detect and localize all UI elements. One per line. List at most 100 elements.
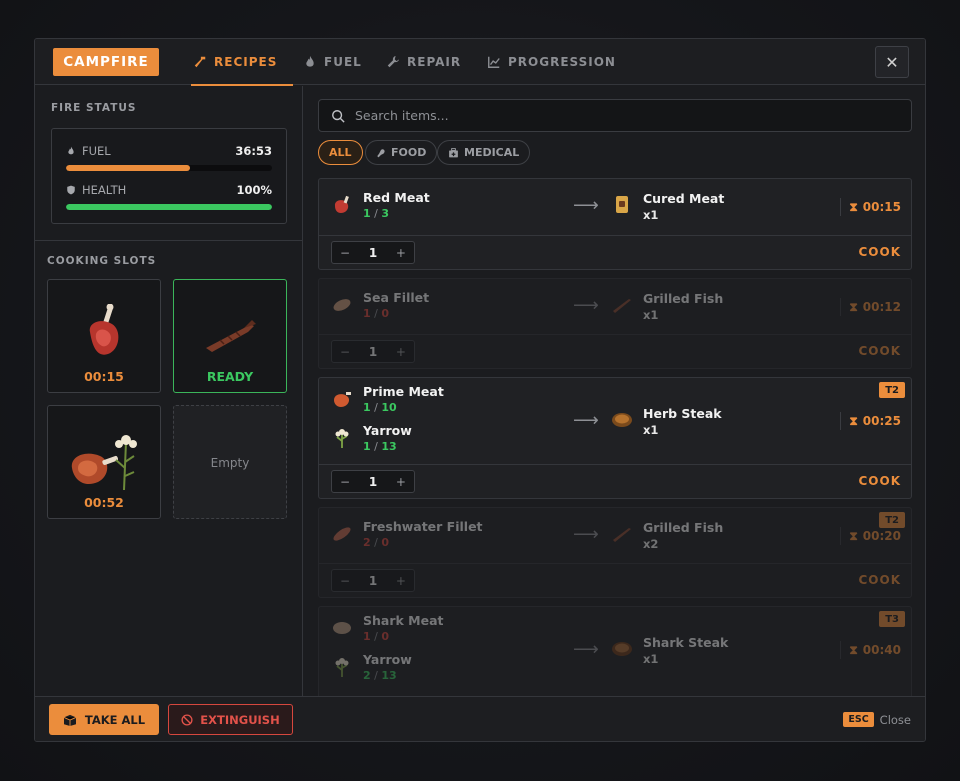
grilled-fish-icon — [206, 320, 256, 352]
ingredient: Freshwater Fillet 2 / 0 — [331, 519, 483, 549]
minus-button[interactable]: − — [340, 246, 350, 260]
ingredient: Sea Fillet 1 / 0 — [331, 290, 429, 320]
minus-button[interactable]: − — [340, 345, 350, 359]
recipe-card: T2 Freshwater Fillet 2 / 0 ⟶ Grilled Fis… — [318, 507, 912, 598]
ingredient-text: Freshwater Fillet 2 / 0 — [363, 519, 483, 549]
plus-button[interactable]: + — [396, 574, 406, 588]
campfire-window: CAMPFIRE RECIPES FUEL REPAIR PROGRESSION… — [34, 38, 926, 742]
quantity-stepper[interactable]: − 1 + — [331, 340, 415, 363]
ingredient-name: Yarrow — [363, 652, 412, 667]
ingredient-text: Sea Fillet 1 / 0 — [363, 290, 429, 320]
cooking-slot-1[interactable]: 00:15 — [47, 279, 161, 393]
tab-fuel[interactable]: FUEL — [303, 39, 362, 85]
quantity-value: 1 — [368, 573, 378, 588]
recipe-card: T2 Prime Meat 1 / 10 Yarrow 1 / 13 ⟶ Her… — [318, 377, 912, 499]
take-all-button[interactable]: TAKE ALL — [49, 704, 159, 735]
fuel-bar — [66, 165, 272, 171]
filter-label: FOOD — [391, 146, 427, 159]
flame-icon — [68, 146, 74, 155]
ban-icon — [181, 713, 193, 726]
filter-all[interactable]: ALL — [318, 140, 363, 165]
quantity-stepper[interactable]: − 1 + — [331, 241, 415, 264]
need-count: 10 — [381, 401, 397, 414]
grilled-fish-icon — [613, 299, 631, 313]
slot-label: 00:15 — [84, 369, 124, 384]
have-count: 1 — [363, 307, 371, 320]
health-label: HEALTH — [82, 183, 127, 197]
extinguish-label: EXTINGUISH — [200, 712, 280, 727]
output-text: Herb Steak x1 — [643, 406, 722, 437]
tab-recipes[interactable]: RECIPES — [190, 39, 294, 86]
ingredient-name: Freshwater Fillet — [363, 519, 483, 534]
extinguish-button[interactable]: EXTINGUISH — [168, 704, 293, 735]
time-value: 00:20 — [862, 529, 901, 543]
herb-steak-icon — [612, 413, 632, 427]
search-box[interactable] — [318, 99, 912, 132]
close-button[interactable]: ✕ — [875, 46, 909, 78]
time-value: 00:25 — [862, 414, 901, 428]
raw-meat-icon — [89, 304, 119, 355]
have-count: 1 — [363, 630, 371, 643]
search-input[interactable] — [355, 108, 875, 123]
recipe-card: T3 Shark Meat 1 / 0 Yarrow 2 / 13 ⟶ Shar… — [318, 606, 912, 696]
recipe-actions: − 1 + COOK — [319, 564, 911, 597]
tab-label: FUEL — [324, 55, 362, 69]
filter-food[interactable]: FOOD — [365, 140, 438, 165]
output-text: Grilled Fish x2 — [643, 520, 723, 551]
close-icon: ✕ — [885, 52, 899, 72]
recipe-top: T2 Prime Meat 1 / 10 Yarrow 1 / 13 ⟶ Her… — [319, 378, 911, 465]
box-icon — [63, 714, 77, 726]
recipes-panel: ALL FOOD MEDICAL Red Meat 1 / 3 ⟶ — [304, 86, 925, 696]
minus-button[interactable]: − — [340, 475, 350, 489]
cooking-slot-2[interactable]: READY — [173, 279, 287, 393]
quantity-value: 1 — [368, 344, 378, 359]
ingredient: Yarrow 2 / 13 — [331, 652, 412, 682]
cook-button[interactable]: COOK — [858, 573, 901, 587]
tab-repair[interactable]: REPAIR — [386, 39, 461, 85]
recipe-actions: − 1 + COOK — [319, 335, 911, 368]
quantity-value: 1 — [368, 474, 378, 489]
quantity-stepper[interactable]: − 1 + — [331, 470, 415, 493]
output-name: Herb Steak — [643, 406, 722, 421]
close-hint: Close — [879, 712, 911, 727]
yarrow-icon — [335, 658, 349, 677]
cook-button[interactable]: COOK — [858, 474, 901, 488]
health-label-wrap: HEALTH — [66, 183, 126, 197]
plus-button[interactable]: + — [396, 246, 406, 260]
slot-label: 00:52 — [84, 495, 124, 510]
prime-meat-icon — [334, 392, 351, 407]
cooking-slot-3[interactable]: 00:52 — [47, 405, 161, 519]
output-name: Grilled Fish — [643, 520, 724, 535]
cook-time: ⧗ 00:40 — [840, 641, 901, 659]
have-count: 2 — [363, 669, 371, 682]
shark-steak-icon — [612, 642, 632, 656]
esc-key: ESC — [843, 712, 874, 727]
ingredient-count: 1 / 13 — [363, 440, 397, 453]
cook-button[interactable]: COOK — [858, 245, 901, 259]
output-qty: x1 — [643, 208, 659, 222]
plus-button[interactable]: + — [396, 345, 406, 359]
cooking-slot-4[interactable]: Empty — [173, 405, 287, 519]
filter-label: MEDICAL — [464, 146, 520, 159]
output-name: Cured Meat — [643, 191, 725, 206]
hourglass-icon: ⧗ — [849, 528, 858, 543]
recipe-top: T3 Shark Meat 1 / 0 Yarrow 2 / 13 ⟶ Shar… — [319, 607, 911, 696]
cook-time: ⧗ 00:25 — [840, 412, 901, 430]
tab-progression[interactable]: PROGRESSION — [487, 39, 616, 85]
filter-medical[interactable]: MEDICAL — [437, 140, 531, 165]
plus-button[interactable]: + — [396, 475, 406, 489]
recipe-output: Shark Steak x1 — [611, 635, 728, 666]
minus-button[interactable]: − — [340, 574, 350, 588]
have-count: 1 — [363, 207, 371, 220]
filter-label: ALL — [329, 146, 352, 159]
cook-button[interactable]: COOK — [858, 344, 901, 358]
tier-badge: T3 — [879, 611, 905, 627]
chart-icon — [488, 56, 500, 68]
need-count: 0 — [381, 307, 390, 320]
output-qty: x1 — [643, 308, 659, 322]
need-count: 3 — [381, 207, 390, 220]
time-value: 00:12 — [862, 300, 901, 314]
quantity-stepper[interactable]: − 1 + — [331, 569, 415, 592]
recipe-top: Red Meat 1 / 3 ⟶ Cured Meat x1 ⧗ 00:15 — [319, 179, 911, 236]
ingredient: Yarrow 1 / 13 — [331, 423, 412, 453]
